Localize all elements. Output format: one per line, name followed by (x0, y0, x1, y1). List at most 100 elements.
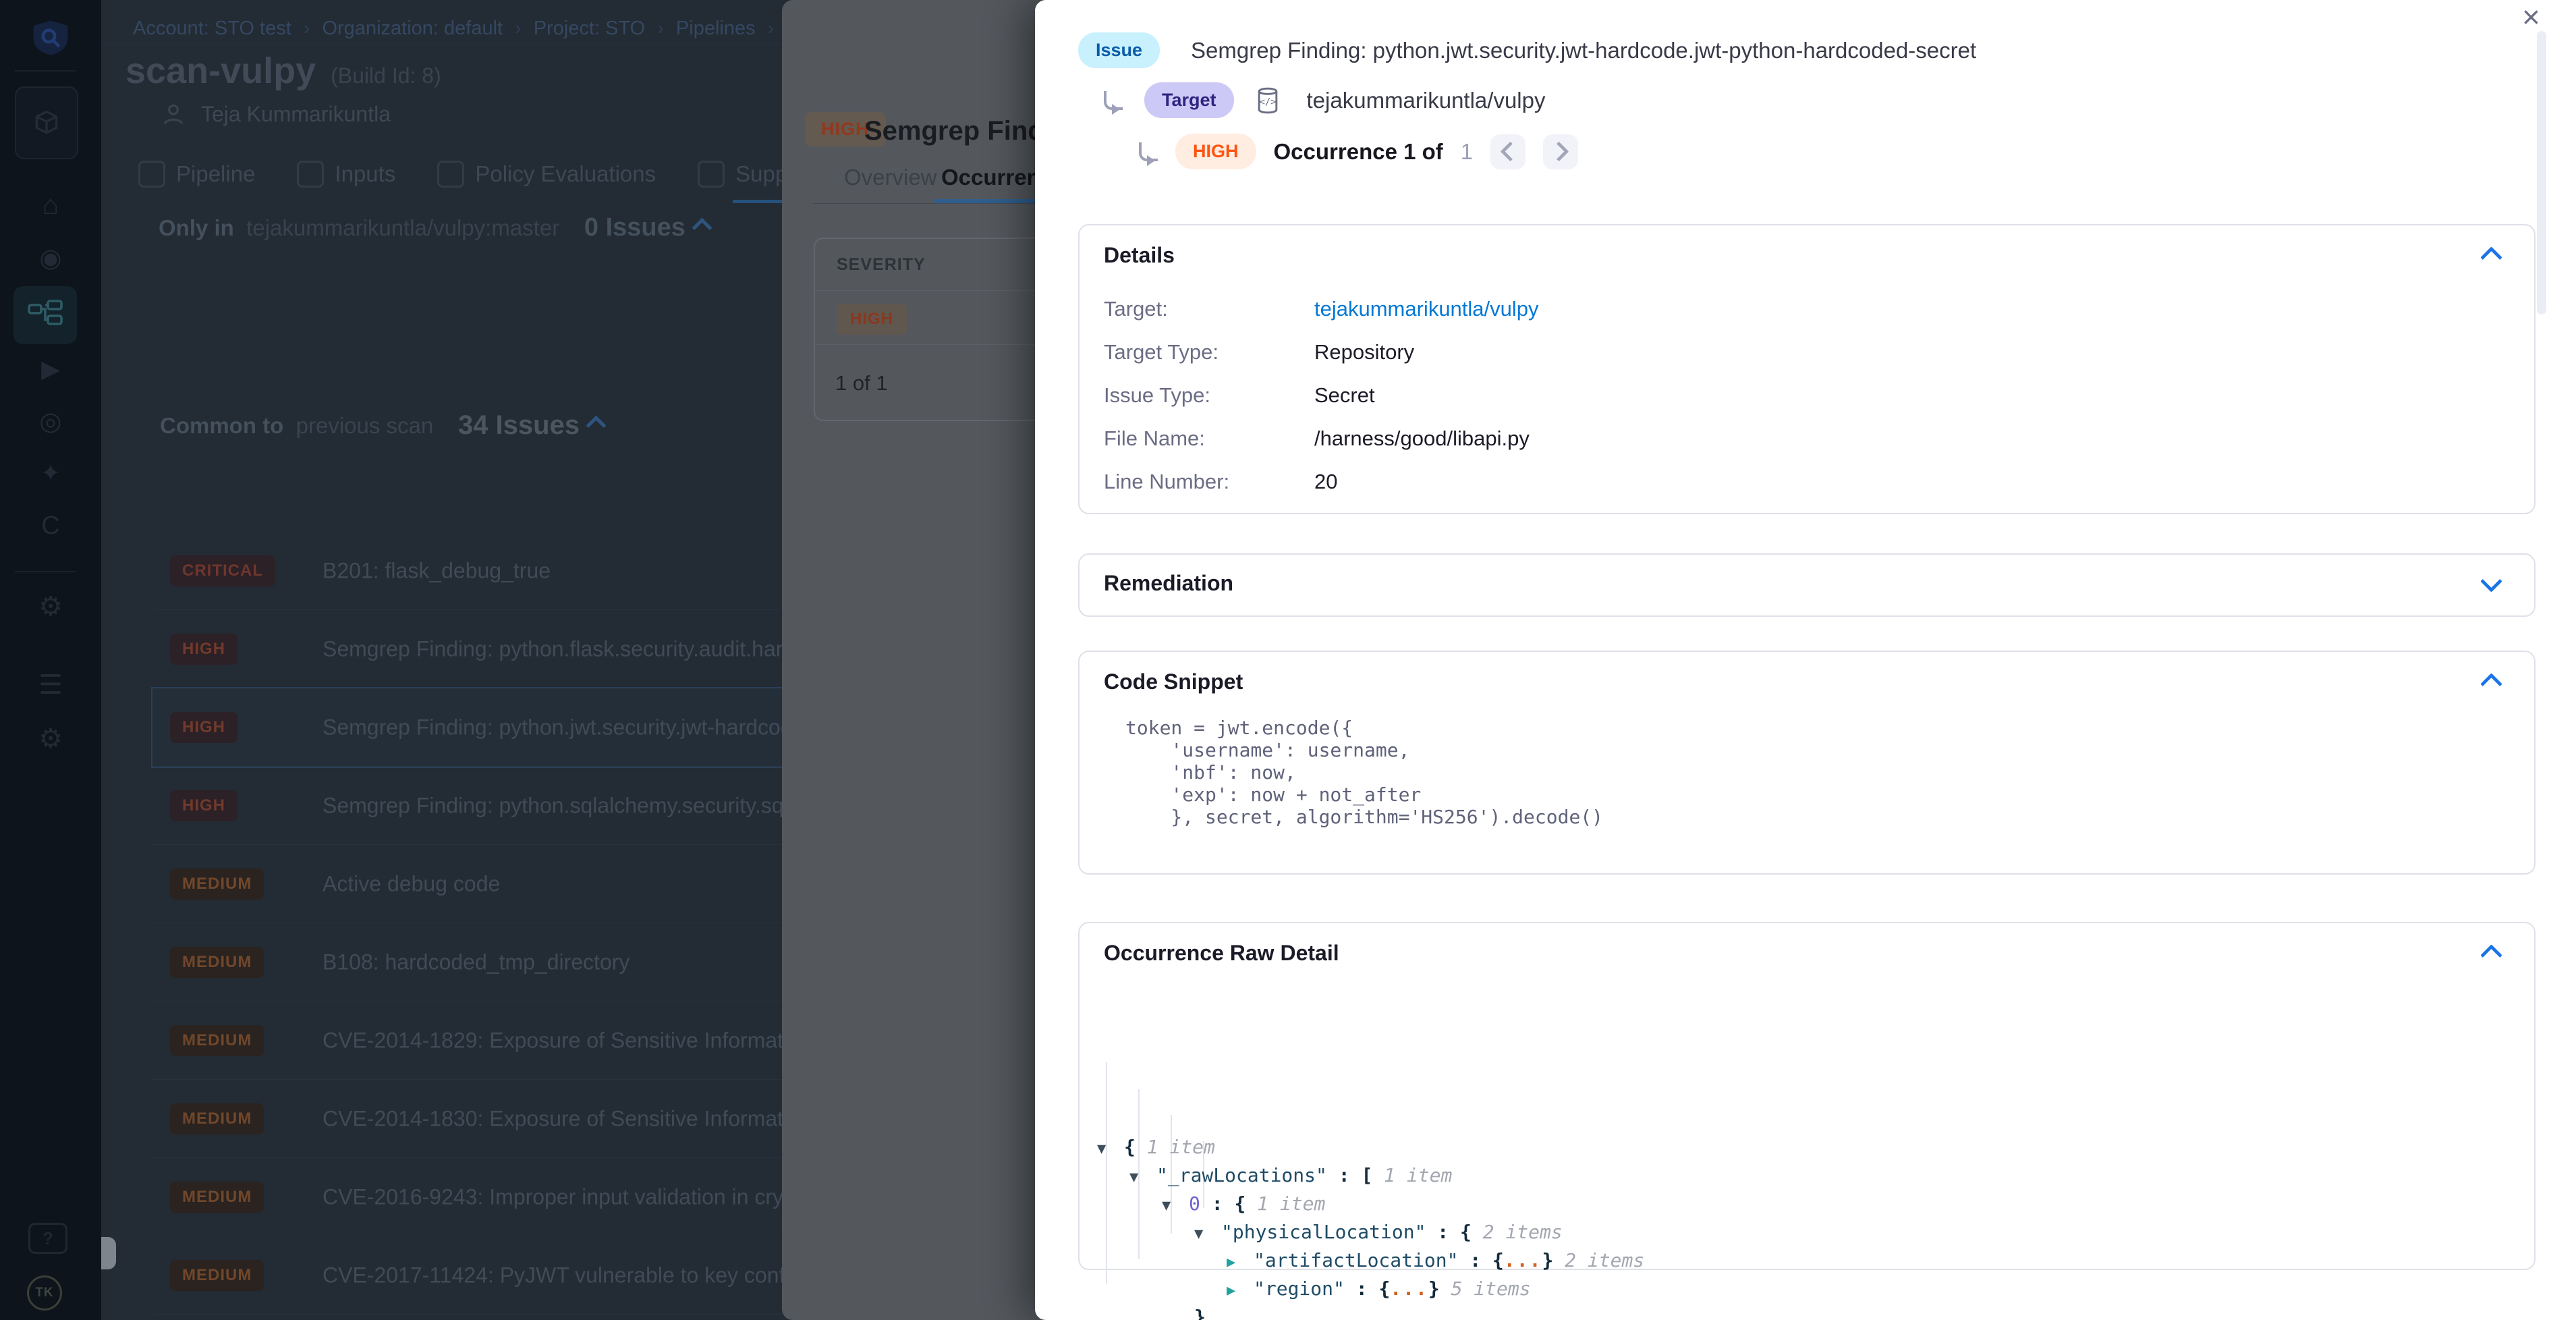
issue-title: Active debug code (323, 871, 500, 896)
target-header-row: Target </> tejakummarikuntla/vulpy (1104, 82, 1546, 118)
json-key: "artifactLocation" (1254, 1249, 1458, 1271)
executions-icon[interactable]: ▶ (0, 355, 101, 383)
json-collapsed-dots: ... (1390, 1277, 1428, 1300)
expand-arrow-icon[interactable]: ▶ (1227, 1249, 1254, 1275)
harness-sto-logo-icon[interactable] (0, 19, 101, 57)
tab-icon (297, 161, 324, 188)
json-tree-row[interactable]: ▶"region" : {...} 5 items (1097, 1275, 1644, 1304)
collapse-chevron-icon[interactable] (586, 416, 607, 436)
chevron-up-icon[interactable] (2480, 246, 2502, 269)
json-collapsed-brace: { (1378, 1277, 1390, 1300)
avatar[interactable]: TK (27, 1275, 62, 1311)
module-switcher-icon[interactable] (15, 86, 78, 159)
code-snippet: token = jwt.encode({ 'username': usernam… (1125, 717, 1603, 828)
severity-badge: CRITICAL (170, 555, 275, 586)
issue-header-row: Issue Semgrep Finding: python.jwt.securi… (1078, 32, 1976, 68)
pipelines-active-tile[interactable] (13, 286, 77, 344)
org-settings-icon[interactable]: ⚙ (0, 723, 101, 754)
tab-overview[interactable]: Overview (844, 165, 937, 190)
home-icon[interactable]: ⌂ (0, 190, 101, 221)
common-section-header[interactable]: Common to previous scan 34 Issues (160, 410, 603, 441)
scans-icon[interactable]: ◉ (0, 243, 101, 273)
tab-pipeline[interactable]: Pipeline (138, 161, 255, 188)
occurrence-nav-row: HIGH Occurrence 1 of 1 (1139, 134, 1578, 169)
tab-inputs[interactable]: Inputs (297, 161, 395, 188)
json-collapsed-dots: ... (1504, 1249, 1542, 1271)
breadcrumb-separator: › (768, 18, 775, 40)
close-icon[interactable]: × (2522, 1, 2540, 32)
severity-badge: MEDIUM (170, 1025, 264, 1056)
detail-row: File Name:/harness/good/libapi.py (1104, 417, 2453, 460)
json-key: 0 (1189, 1192, 1200, 1215)
severity-badge: MEDIUM (170, 1103, 264, 1134)
prev-occurrence-button[interactable] (1490, 134, 1525, 169)
svg-text:</>: </> (1259, 97, 1276, 107)
details-rows: Target:tejakummarikuntla/vulpyTarget Typ… (1104, 287, 2453, 503)
breadcrumb-item[interactable]: Organization: default (322, 18, 503, 40)
json-colon: : (1200, 1192, 1235, 1215)
column-header-severity: SEVERITY (837, 255, 926, 275)
breadcrumb-item[interactable]: Account: STO test (133, 18, 291, 40)
breadcrumb-item[interactable]: Project: STO (534, 18, 645, 40)
collapse-arrow-icon[interactable]: ▼ (1194, 1221, 1221, 1247)
common-count: 34 Issues (458, 410, 580, 441)
breadcrumb-separator: › (304, 18, 310, 40)
json-key: "physicalLocation" (1221, 1221, 1426, 1243)
page-title: scan-vulpy(Build Id: 8) (125, 50, 441, 92)
common-scope: previous scan (296, 413, 434, 439)
detail-label: Issue Type: (1104, 383, 1314, 408)
collapse-arrow-icon[interactable]: ▼ (1162, 1192, 1189, 1219)
breadcrumb-item[interactable]: Pipelines (676, 18, 756, 40)
collapse-chevron-icon[interactable] (692, 218, 712, 238)
expand-arrow-icon[interactable]: ▶ (1227, 1277, 1254, 1304)
json-item-count: 5 items (1440, 1277, 1531, 1300)
help-icon[interactable]: ? (28, 1223, 67, 1254)
screen: Account: STO test › Organization: default ›… (0, 0, 2576, 1320)
json-tree-row[interactable]: ▶"artifactLocation" : {...} 2 items (1097, 1247, 1644, 1275)
chevron-down-icon[interactable] (2480, 570, 2502, 593)
test-targets-icon[interactable]: ✦ (0, 459, 101, 487)
json-tree: ▼{ 1 item▼"_rawLocations" : [ 1 item▼0 :… (1097, 976, 1644, 1320)
code-snippet-heading: Code Snippet (1104, 669, 1243, 694)
sidebar-divider (15, 70, 76, 72)
collapse-arrow-icon[interactable]: ▼ (1129, 1164, 1156, 1190)
json-tree-row[interactable]: ▼"physicalLocation" : { 2 items (1097, 1219, 1644, 1247)
occurrence-drawer: × Issue Semgrep Finding: python.jwt.secu… (1035, 0, 2576, 1320)
user-name: Teja Kummarikuntla (201, 102, 391, 127)
account-resources-icon[interactable]: ☰ (0, 669, 101, 700)
tab-policy-evaluations[interactable]: Policy Evaluations (437, 161, 656, 188)
detail-value[interactable]: tejakummarikuntla/vulpy (1314, 297, 1539, 321)
severity-badge: MEDIUM (170, 1260, 264, 1291)
settings-icon[interactable]: ⚙ (0, 591, 101, 622)
json-tree-row[interactable]: } (1097, 1304, 1644, 1320)
code-line: }, secret, algorithm='HS256').decode() (1125, 806, 1603, 828)
chaos-icon[interactable]: C (0, 512, 101, 541)
severity-badge[interactable]: HIGH (837, 304, 907, 335)
chevron-up-icon[interactable] (2480, 673, 2502, 695)
triggered-by-user: Teja Kummarikuntla (161, 101, 391, 127)
collapse-arrow-icon[interactable]: ▼ (1097, 1136, 1124, 1162)
tab-icon (138, 161, 165, 188)
json-colon: : (1327, 1164, 1362, 1186)
next-occurrence-button[interactable] (1543, 134, 1578, 169)
code-line: token = jwt.encode({ (1125, 717, 1603, 739)
chevron-up-icon[interactable] (2480, 944, 2502, 966)
json-tree-row[interactable]: ▼{ 1 item (1097, 1134, 1644, 1162)
raw-detail-card: Occurrence Raw Detail ▼{ 1 item▼"_rawLoc… (1078, 922, 2536, 1270)
detail-value: 20 (1314, 470, 1337, 494)
sidebar-collapse-handle[interactable] (101, 1237, 116, 1269)
detail-row: Line Number:20 (1104, 460, 2453, 503)
only-in-section-header[interactable]: Only in tejakummarikuntla/vulpy:master 0… (159, 213, 709, 242)
json-bracket: } (1194, 1306, 1206, 1320)
code-snippet-card: Code Snippet token = jwt.encode({ 'usern… (1078, 651, 2536, 875)
scrollbar-thumb[interactable] (2537, 31, 2546, 314)
targets-icon[interactable]: ◎ (0, 406, 101, 437)
severity-badge: MEDIUM (170, 1182, 264, 1213)
json-tree-row[interactable]: ▼"_rawLocations" : [ 1 item (1097, 1162, 1644, 1190)
tab-label: Inputs (335, 161, 395, 187)
repository-icon: </> (1253, 86, 1283, 115)
occurrence-total: 1 (1461, 139, 1473, 165)
tab-label: Policy Evaluations (475, 161, 656, 187)
severity-badge: MEDIUM (170, 947, 264, 978)
json-tree-row[interactable]: ▼0 : { 1 item (1097, 1190, 1644, 1219)
